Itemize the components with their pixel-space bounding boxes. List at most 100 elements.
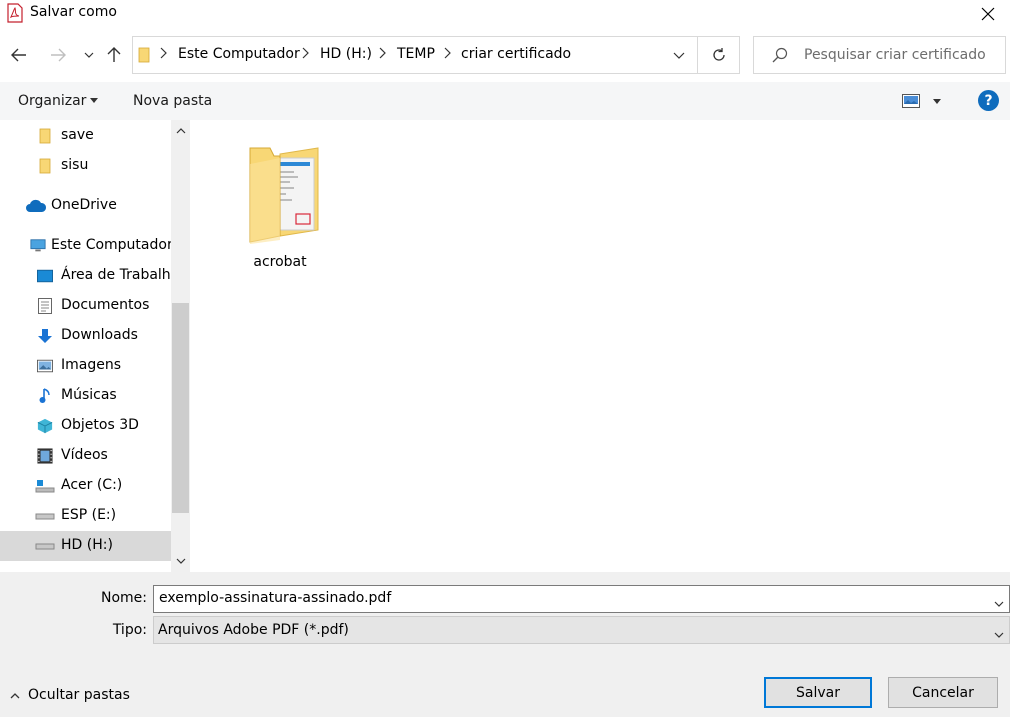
title-bar: Salvar como bbox=[0, 0, 1010, 28]
sidebar-item-videos[interactable]: Vídeos bbox=[0, 441, 171, 471]
address-dropdown-button[interactable] bbox=[659, 36, 698, 74]
chevron-right-icon bbox=[159, 47, 167, 63]
sidebar-item-downloads[interactable]: Downloads bbox=[0, 321, 171, 351]
sidebar-item-this-pc[interactable]: Este Computador bbox=[0, 231, 171, 261]
objects-3d-icon bbox=[37, 418, 53, 434]
arrow-up-icon bbox=[107, 47, 121, 62]
chevron-right-icon bbox=[301, 47, 309, 63]
file-type-value: Arquivos Adobe PDF (*.pdf) bbox=[158, 622, 349, 638]
navigation-pane: save sisu OneDrive Este Computador Área … bbox=[0, 120, 171, 572]
sidebar-item-label: sisu bbox=[61, 157, 89, 173]
chevron-up-icon bbox=[176, 128, 185, 134]
sidebar-item-desktop[interactable]: Área de Trabalho bbox=[0, 261, 171, 291]
file-type-select[interactable]: Arquivos Adobe PDF (*.pdf) bbox=[153, 616, 1010, 644]
sidebar-item-drive-h[interactable]: HD (H:) bbox=[0, 531, 171, 561]
breadcrumb-temp[interactable]: TEMP bbox=[397, 46, 435, 62]
sidebar-item-label: Músicas bbox=[61, 387, 117, 403]
sidebar-item-music[interactable]: Músicas bbox=[0, 381, 171, 411]
scroll-thumb[interactable] bbox=[172, 303, 189, 513]
folder-icon bbox=[240, 144, 320, 253]
address-bar[interactable]: Este Computador HD (H:) TEMP criar certi… bbox=[132, 36, 698, 74]
arrow-right-icon bbox=[51, 48, 66, 62]
file-name-field[interactable] bbox=[153, 585, 1010, 613]
window-title: Salvar como bbox=[30, 4, 117, 20]
pictures-icon bbox=[37, 358, 53, 374]
videos-icon bbox=[37, 448, 53, 464]
view-options-icon[interactable] bbox=[902, 94, 920, 112]
sidebar-item-3d-objects[interactable]: Objetos 3D bbox=[0, 411, 171, 441]
arrow-left-icon bbox=[11, 48, 26, 62]
refresh-icon bbox=[712, 48, 725, 61]
pdf-icon bbox=[7, 3, 23, 23]
drive-icon bbox=[35, 478, 55, 494]
sidebar-item-label: Objetos 3D bbox=[61, 417, 139, 433]
folder-icon bbox=[37, 158, 53, 174]
file-item[interactable]: acrobat bbox=[230, 140, 330, 280]
sidebar-item-label: Área de Trabalho bbox=[61, 267, 171, 283]
hide-folders-button[interactable]: Ocultar pastas bbox=[10, 687, 130, 703]
organize-label: Organizar bbox=[18, 93, 87, 109]
back-button[interactable] bbox=[8, 44, 30, 66]
drive-icon bbox=[35, 538, 55, 554]
close-button[interactable] bbox=[966, 0, 1010, 28]
file-name-input[interactable] bbox=[159, 590, 979, 606]
sidebar-item-documents[interactable]: Documentos bbox=[0, 291, 171, 321]
sidebar-item-drive-e[interactable]: ESP (E:) bbox=[0, 501, 171, 531]
sidebar-item-label: Acer (C:) bbox=[61, 477, 123, 493]
chevron-down-icon[interactable] bbox=[994, 595, 1004, 611]
sidebar-item-label: HD (H:) bbox=[61, 537, 113, 553]
breadcrumb-computer[interactable]: Este Computador bbox=[178, 46, 300, 62]
chevron-down-icon bbox=[176, 558, 185, 564]
chevron-down-icon bbox=[994, 626, 1004, 642]
drive-icon bbox=[35, 508, 55, 524]
sidebar-item-label: Imagens bbox=[61, 357, 122, 373]
organize-button[interactable]: Organizar bbox=[18, 93, 99, 109]
sidebar-item-label: OneDrive bbox=[51, 197, 117, 213]
computer-icon bbox=[30, 238, 46, 254]
scroll-down-button[interactable] bbox=[171, 550, 190, 572]
breadcrumb-current-folder[interactable]: criar certificado bbox=[461, 46, 571, 62]
chevron-right-icon bbox=[443, 47, 451, 63]
scroll-up-button[interactable] bbox=[171, 120, 190, 142]
caret-down-icon bbox=[90, 97, 99, 103]
search-box[interactable]: Pesquisar criar certificado bbox=[753, 36, 1006, 74]
sidebar-item-label: ESP (E:) bbox=[61, 507, 117, 523]
up-button[interactable] bbox=[103, 44, 125, 66]
folder-icon bbox=[138, 47, 150, 67]
sidebar-item-label: Documentos bbox=[61, 297, 150, 313]
sidebar-scrollbar[interactable] bbox=[171, 120, 190, 572]
music-icon bbox=[37, 388, 53, 404]
file-name-label: Nome: bbox=[100, 590, 147, 606]
chevron-right-icon bbox=[378, 47, 386, 63]
sidebar-item-onedrive[interactable]: OneDrive bbox=[0, 191, 171, 221]
chevron-down-icon bbox=[84, 52, 94, 58]
save-button[interactable]: Salvar bbox=[764, 677, 872, 708]
sidebar-item-save[interactable]: save bbox=[0, 121, 171, 151]
search-icon bbox=[772, 47, 788, 67]
view-dropdown-icon[interactable] bbox=[933, 99, 941, 104]
file-type-label: Tipo: bbox=[112, 622, 147, 638]
file-name: acrobat bbox=[253, 254, 307, 270]
documents-icon bbox=[37, 298, 53, 314]
cancel-button[interactable]: Cancelar bbox=[888, 677, 998, 708]
chevron-up-icon bbox=[10, 687, 20, 703]
cloud-icon bbox=[25, 198, 47, 214]
sidebar-item-label: save bbox=[61, 127, 94, 143]
desktop-icon bbox=[37, 268, 53, 284]
sidebar-item-drive-c[interactable]: Acer (C:) bbox=[0, 471, 171, 501]
forward-button[interactable] bbox=[47, 44, 69, 66]
sidebar-item-sisu[interactable]: sisu bbox=[0, 151, 171, 181]
sidebar-item-label: Vídeos bbox=[61, 447, 108, 463]
new-folder-button[interactable]: Nova pasta bbox=[133, 93, 212, 109]
sidebar-item-pictures[interactable]: Imagens bbox=[0, 351, 171, 381]
sidebar-item-label: Este Computador bbox=[51, 237, 171, 253]
recent-locations-button[interactable] bbox=[78, 44, 100, 66]
close-icon bbox=[981, 7, 995, 21]
search-placeholder: Pesquisar criar certificado bbox=[804, 47, 986, 63]
help-button[interactable]: ? bbox=[978, 90, 999, 111]
file-list: acrobat bbox=[190, 120, 1010, 572]
command-bar: Organizar Nova pasta bbox=[0, 82, 1010, 120]
folder-icon bbox=[37, 128, 53, 144]
refresh-button[interactable] bbox=[698, 36, 740, 74]
breadcrumb-drive[interactable]: HD (H:) bbox=[320, 46, 372, 62]
